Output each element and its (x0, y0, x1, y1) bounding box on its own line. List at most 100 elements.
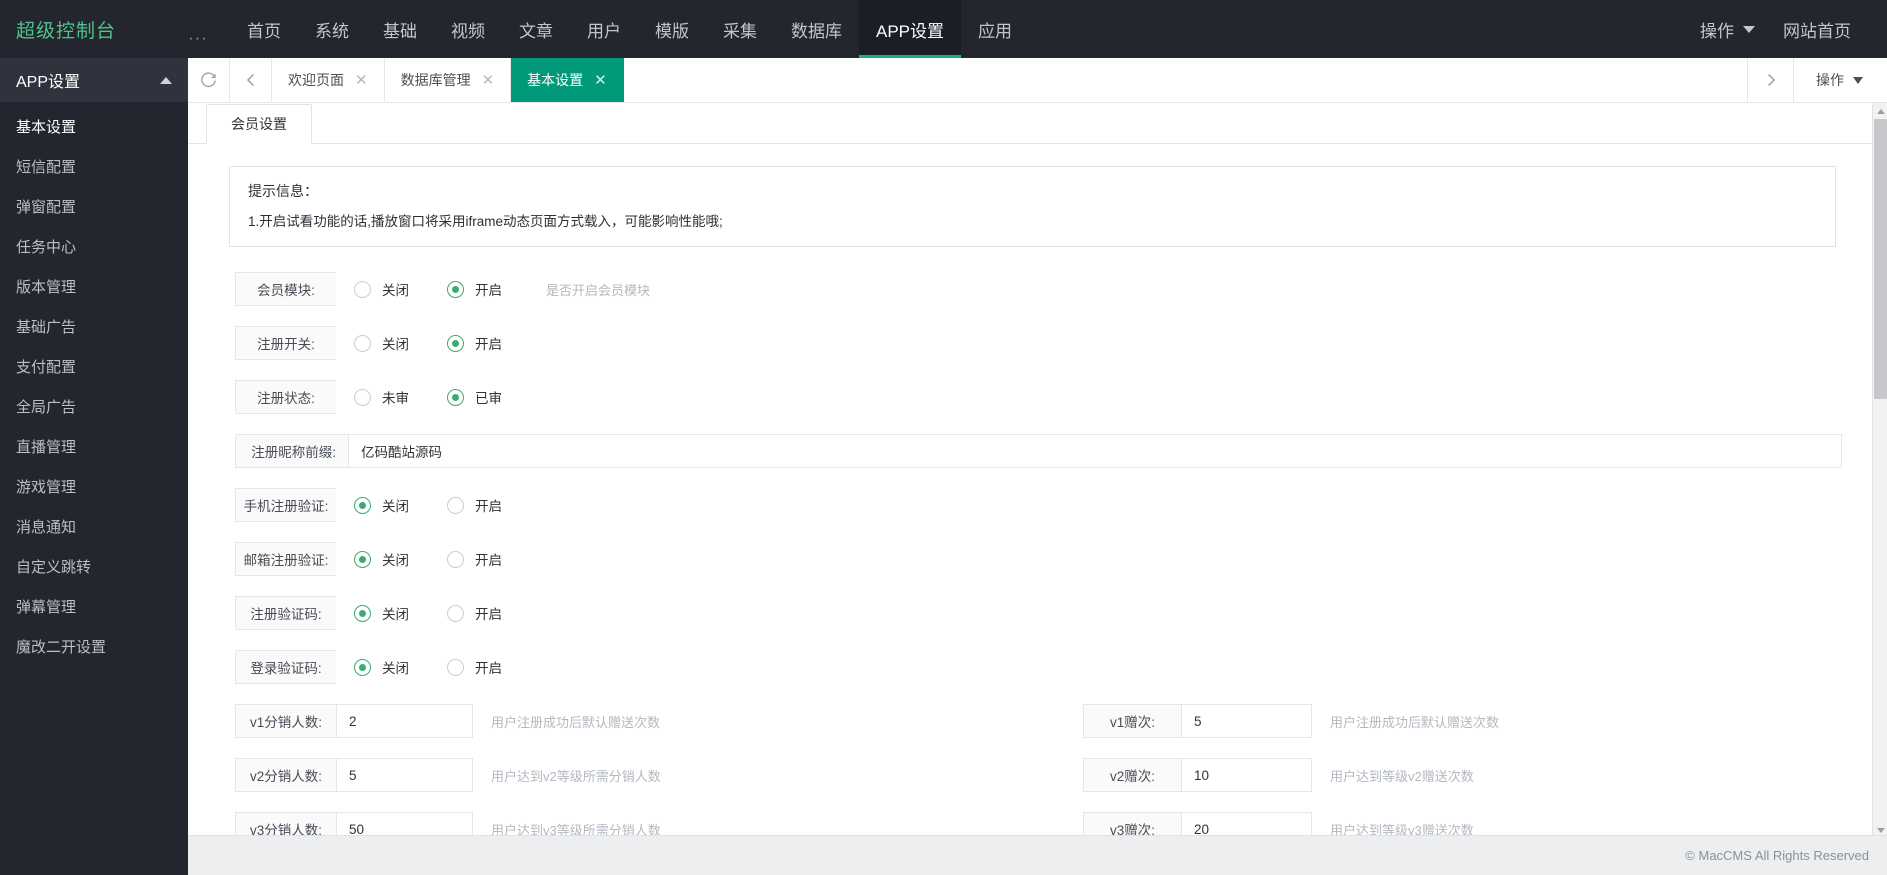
verify-radio-0[interactable]: 关闭 (354, 549, 409, 569)
topnav-item-1[interactable]: 系统 (298, 0, 366, 58)
sidebar-item-12[interactable]: 弹幕管理 (0, 586, 188, 626)
sidebar-item-13[interactable]: 魔改二开设置 (0, 626, 188, 666)
toggle-row-1: 注册开关: 关闭 开启 (235, 323, 1861, 363)
left-number-hint: 用户达到v2等级所需分销人数 (491, 768, 661, 784)
topnav-item-10[interactable]: 应用 (961, 0, 1029, 58)
right-number-input[interactable]: 5 (1181, 704, 1312, 738)
tab-1[interactable]: 数据库管理 ✕ (385, 58, 512, 102)
toggle-radio-0[interactable]: 未审 (354, 387, 409, 407)
tab-label: 基本设置 (527, 72, 584, 88)
topnav-item-3[interactable]: 视频 (434, 0, 502, 58)
scrollbar-thumb[interactable] (1874, 119, 1887, 399)
radio-icon (447, 658, 464, 676)
close-icon[interactable]: ✕ (355, 73, 368, 88)
nav-more-dots[interactable]: ··· (188, 0, 230, 58)
sidebar-item-9[interactable]: 游戏管理 (0, 466, 188, 506)
app-logo[interactable]: 超级控制台 (0, 0, 188, 58)
settings-form: 会员模块: 关闭 开启 是否开启会员模块 注册开关: 关闭 开启 注册状态: 未审 已审 注册昵称… (229, 269, 1861, 875)
tab-prev-button[interactable] (230, 58, 272, 102)
toggle-options: 关闭 开启 (354, 279, 502, 299)
sidebar-item-3[interactable]: 任务中心 (0, 226, 188, 266)
tab-next-button[interactable] (1747, 58, 1793, 102)
left-number-label: v2分销人数: (235, 758, 336, 792)
tabbar-operation-menu[interactable]: 操作 (1793, 58, 1887, 102)
verify-label: 手机注册验证: (235, 488, 336, 522)
verify-radio-1[interactable]: 开启 (447, 495, 502, 515)
tab-2[interactable]: 基本设置 ✕ (511, 58, 624, 102)
topnav-item-9[interactable]: APP设置 (858, 0, 962, 58)
sidebar-item-1[interactable]: 短信配置 (0, 146, 188, 186)
toggle-radio-1[interactable]: 已审 (447, 387, 502, 407)
right-number-label: v2赠次: (1083, 758, 1181, 792)
radio-icon (354, 280, 371, 298)
vertical-scrollbar[interactable] (1872, 103, 1887, 838)
content-subtab-0[interactable]: 会员设置 (206, 104, 312, 144)
toggle-radio-0[interactable]: 关闭 (354, 279, 409, 299)
radio-icon (354, 388, 371, 406)
verify-radio-1[interactable]: 开启 (447, 603, 502, 623)
topnav-site-home[interactable]: 网站首页 (1769, 0, 1865, 58)
radio-icon (447, 334, 464, 352)
admin-page: 超级控制台 ··· 首页 系统 基础 视频 文章 用户 模版 采集 数据库 APP设置 应用 操作 … (0, 0, 1887, 875)
sidebar-item-4[interactable]: 版本管理 (0, 266, 188, 306)
nickname-prefix-input[interactable]: 亿码酷站源码 (348, 434, 1842, 468)
right-number-input[interactable]: 10 (1181, 758, 1312, 792)
toggle-radio-0[interactable]: 关闭 (354, 333, 409, 353)
topnav-item-7[interactable]: 采集 (706, 0, 774, 58)
toggle-row-0: 会员模块: 关闭 开启 是否开启会员模块 (235, 269, 1861, 309)
close-icon[interactable]: ✕ (594, 73, 607, 88)
verify-options: 关闭 开启 (354, 495, 502, 515)
sidebar-item-8[interactable]: 直播管理 (0, 426, 188, 466)
topnav-operation-menu[interactable]: 操作 (1686, 0, 1769, 58)
verify-radio-1[interactable]: 开启 (447, 549, 502, 569)
radio-icon (447, 604, 464, 622)
topnav-item-0[interactable]: 首页 (230, 0, 298, 58)
sidebar-item-11[interactable]: 自定义跳转 (0, 546, 188, 586)
content-area: 会员设置 提示信息： 1.开启试看功能的话,播放窗口将采用iframe动态页面方… (188, 103, 1887, 875)
sidebar-item-0[interactable]: 基本设置 (0, 106, 188, 146)
radio-icon (354, 604, 371, 622)
open-tabs: 欢迎页面 ✕ 数据库管理 ✕ 基本设置 ✕ (272, 58, 1747, 102)
right-number-row-1: v2赠次: 10 用户达到等级v2赠送次数 (1083, 755, 1783, 795)
toggle-radio-1[interactable]: 开启 (447, 279, 502, 299)
verify-radio-1[interactable]: 开启 (447, 657, 502, 677)
chevron-down-icon (1743, 25, 1755, 33)
sidebar-header-label: APP设置 (16, 74, 81, 91)
radio-icon (447, 388, 464, 406)
radio-label: 开启 (475, 283, 502, 298)
left-number-input[interactable]: 2 (336, 704, 473, 738)
left-number-input[interactable]: 5 (336, 758, 473, 792)
sidebar-item-10[interactable]: 消息通知 (0, 506, 188, 546)
toggle-hint: 是否开启会员模块 (546, 282, 651, 298)
sidebar-header[interactable]: APP设置 (0, 58, 188, 102)
radio-label: 关闭 (382, 607, 409, 622)
tab-label: 数据库管理 (400, 72, 471, 88)
radio-label: 开启 (475, 553, 502, 568)
sidebar-item-6[interactable]: 支付配置 (0, 346, 188, 386)
toggle-radio-1[interactable]: 开启 (447, 333, 502, 353)
verify-radio-0[interactable]: 关闭 (354, 603, 409, 623)
verify-row-3: 登录验证码: 关闭 开启 (235, 647, 1861, 687)
verify-row-1: 邮箱注册验证: 关闭 开启 (235, 539, 1861, 579)
verify-rows: 手机注册验证: 关闭 开启 邮箱注册验证: 关闭 开启 注册验证码: 关闭 开启 登录验证码: 关闭… (235, 485, 1861, 687)
scroll-up-arrow[interactable] (1873, 103, 1887, 119)
radio-label: 关闭 (382, 553, 409, 568)
toggle-row-2: 注册状态: 未审 已审 (235, 377, 1861, 417)
topnav-item-4[interactable]: 文章 (502, 0, 570, 58)
topnav-item-6[interactable]: 模版 (638, 0, 706, 58)
topnav-item-5[interactable]: 用户 (570, 0, 638, 58)
verify-radio-0[interactable]: 关闭 (354, 495, 409, 515)
topnav-item-8[interactable]: 数据库 (774, 0, 859, 58)
sidebar-item-2[interactable]: 弹窗配置 (0, 186, 188, 226)
tab-0[interactable]: 欢迎页面 ✕ (272, 58, 385, 102)
radio-label: 关闭 (382, 661, 409, 676)
chevron-down-icon (1853, 76, 1863, 84)
sidebar-item-5[interactable]: 基础广告 (0, 306, 188, 346)
left-number-row-1: v2分销人数: 5 用户达到v2等级所需分销人数 (235, 755, 1083, 795)
close-icon[interactable]: ✕ (482, 73, 495, 88)
verify-radio-0[interactable]: 关闭 (354, 657, 409, 677)
refresh-button[interactable] (188, 58, 230, 102)
sidebar-item-7[interactable]: 全局广告 (0, 386, 188, 426)
radio-label: 开启 (475, 337, 502, 352)
topnav-item-2[interactable]: 基础 (366, 0, 434, 58)
